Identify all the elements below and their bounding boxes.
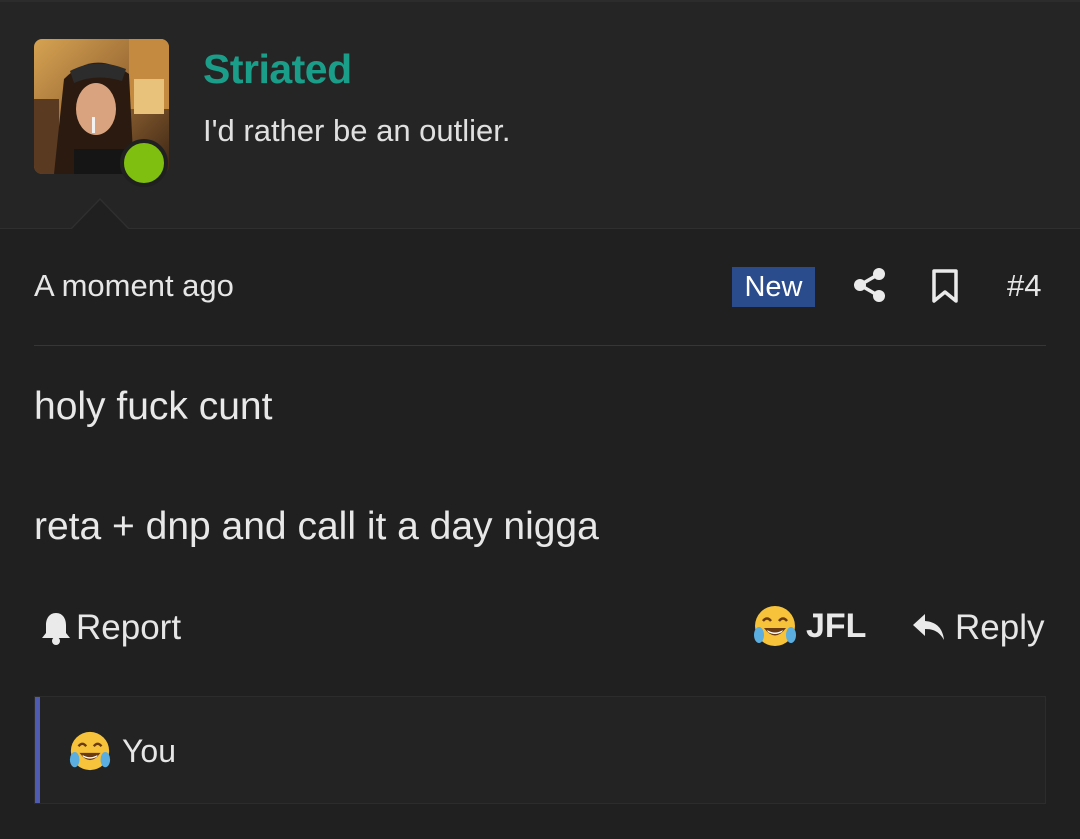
reaction-button[interactable]: JFL	[752, 603, 866, 649]
header-divider	[0, 228, 1080, 229]
bell-icon	[42, 613, 70, 645]
reply-label: Reply	[955, 608, 1045, 647]
bookmark-icon[interactable]	[930, 268, 960, 304]
report-button[interactable]: Report	[40, 606, 181, 650]
post-divider	[34, 345, 1046, 346]
post-body-line: reta + dnp and call it a day nigga	[34, 505, 599, 548]
online-status-indicator	[120, 139, 168, 187]
header-pointer	[70, 198, 130, 230]
report-label: Report	[76, 608, 182, 647]
post-number[interactable]: #4	[1007, 268, 1041, 304]
post-timestamp[interactable]: A moment ago	[34, 268, 234, 304]
post-body-line: holy fuck cunt	[34, 385, 273, 428]
share-icon[interactable]	[852, 267, 888, 303]
laughing-tears-emoji-icon	[69, 731, 111, 771]
reply-arrow-icon	[913, 614, 944, 640]
reactions-bar[interactable]: You	[34, 696, 1046, 804]
reply-button[interactable]: Reply	[911, 606, 1044, 650]
user-header: Striated I'd rather be an outlier.	[0, 2, 1080, 228]
username[interactable]: Striated	[203, 46, 352, 93]
laughing-tears-emoji-icon	[754, 606, 796, 646]
reactions-accent-bar	[35, 697, 40, 803]
new-badge: New	[732, 267, 815, 307]
reaction-label: JFL	[806, 606, 867, 645]
user-title: I'd rather be an outlier.	[203, 113, 511, 148]
reactions-user-list[interactable]: You	[122, 733, 176, 770]
